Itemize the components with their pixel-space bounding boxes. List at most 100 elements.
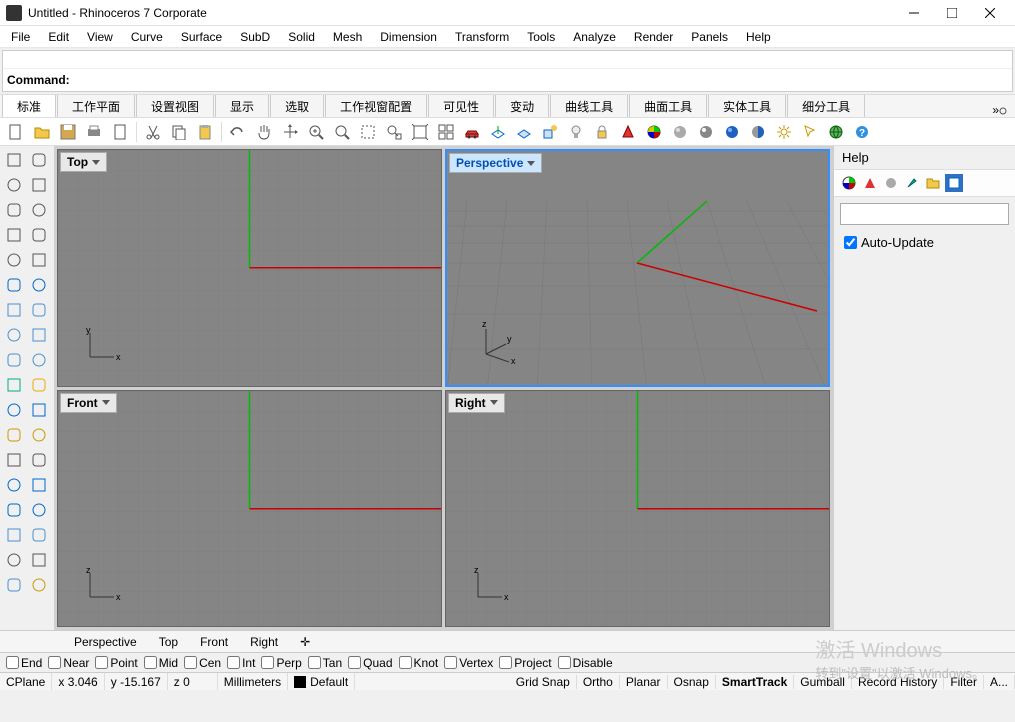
zoom-window-icon[interactable]: [356, 120, 380, 144]
color-wheel-icon[interactable]: [840, 174, 858, 192]
lock-icon[interactable]: [590, 120, 614, 144]
viewport-perspective-label[interactable]: Perspective: [449, 153, 542, 173]
command-line[interactable]: Command:: [3, 69, 1012, 91]
help-icon[interactable]: ?: [850, 120, 874, 144]
open-icon[interactable]: [30, 120, 54, 144]
menu-subd[interactable]: SubD: [231, 28, 279, 46]
copy-icon[interactable]: [167, 120, 191, 144]
cylinder-icon[interactable]: [27, 298, 51, 322]
toolbar-tab[interactable]: 工作平面: [57, 94, 135, 118]
polygon-icon[interactable]: [2, 248, 26, 272]
viewport-top[interactable]: Top yx: [57, 149, 442, 387]
command-input[interactable]: [74, 73, 1008, 87]
osnap-int[interactable]: Int: [225, 656, 257, 670]
osnap-point[interactable]: Point: [93, 656, 139, 670]
menu-panels[interactable]: Panels: [682, 28, 737, 46]
dim-icon[interactable]: [2, 448, 26, 472]
curve-icon[interactable]: [27, 248, 51, 272]
grid2-icon[interactable]: [2, 573, 26, 597]
named-view-icon[interactable]: [512, 120, 536, 144]
viewport-perspective[interactable]: Perspective zyx: [445, 149, 830, 387]
menu-render[interactable]: Render: [625, 28, 682, 46]
text2-icon[interactable]: [27, 473, 51, 497]
globe-icon[interactable]: [824, 120, 848, 144]
offset-icon[interactable]: [2, 273, 26, 297]
toolbar-tab[interactable]: 显示: [215, 94, 269, 118]
chevron-down-icon[interactable]: [102, 400, 110, 405]
sphere-gray-icon[interactable]: [668, 120, 692, 144]
menu-dimension[interactable]: Dimension: [371, 28, 446, 46]
menu-mesh[interactable]: Mesh: [324, 28, 371, 46]
toolbar-tab[interactable]: 变动: [495, 94, 549, 118]
osnap-tan[interactable]: Tan: [306, 656, 344, 670]
pointer-icon[interactable]: [2, 148, 26, 172]
list-icon[interactable]: [27, 548, 51, 572]
arc-icon[interactable]: [27, 198, 51, 222]
toolbar-tab[interactable]: 曲线工具: [550, 94, 628, 118]
print-icon[interactable]: [82, 120, 106, 144]
status-grid-snap[interactable]: Grid Snap: [510, 675, 577, 689]
osnap-knot[interactable]: Knot: [397, 656, 441, 670]
osnap-cen[interactable]: Cen: [182, 656, 223, 670]
status-osnap[interactable]: Osnap: [668, 675, 716, 689]
status-ortho[interactable]: Ortho: [577, 675, 620, 689]
group2-icon[interactable]: [27, 423, 51, 447]
view-tab-perspective[interactable]: Perspective: [64, 633, 147, 651]
view-tab-right[interactable]: Right: [240, 633, 288, 651]
viewport-right[interactable]: Right zx: [445, 390, 830, 628]
wire-icon[interactable]: [2, 523, 26, 547]
toolbar-tab[interactable]: 设置视图: [136, 94, 214, 118]
menu-solid[interactable]: Solid: [279, 28, 324, 46]
osnap-perp[interactable]: Perp: [259, 656, 303, 670]
sphere-shiny-icon[interactable]: [694, 120, 718, 144]
zoom-dynamic-icon[interactable]: [304, 120, 328, 144]
view-tab-front[interactable]: Front: [190, 633, 238, 651]
explode-icon[interactable]: [27, 373, 51, 397]
leader-icon[interactable]: [27, 498, 51, 522]
car-icon[interactable]: [460, 120, 484, 144]
close-button[interactable]: [971, 0, 1009, 26]
viewport-right-label[interactable]: Right: [448, 393, 505, 413]
text-icon[interactable]: [2, 473, 26, 497]
zoom-icon[interactable]: [330, 120, 354, 144]
status-planar[interactable]: Planar: [620, 675, 668, 689]
group-icon[interactable]: [2, 423, 26, 447]
plane2-icon[interactable]: [27, 323, 51, 347]
torus-icon[interactable]: [27, 348, 51, 372]
status-smarttrack[interactable]: SmartTrack: [716, 675, 794, 689]
osnap-end[interactable]: End: [4, 656, 44, 670]
brush-icon[interactable]: [903, 174, 921, 192]
cut-icon[interactable]: [141, 120, 165, 144]
status-units[interactable]: Millimeters: [218, 673, 288, 690]
toolbar-tab[interactable]: 标准: [2, 94, 56, 118]
status-a-[interactable]: A...: [984, 675, 1015, 689]
ellipse-icon[interactable]: [27, 273, 51, 297]
maximize-button[interactable]: [933, 0, 971, 26]
line-icon[interactable]: [2, 173, 26, 197]
toolbar-tab[interactable]: 曲面工具: [629, 94, 707, 118]
grid-icon[interactable]: [2, 548, 26, 572]
auto-update-checkbox[interactable]: Auto-Update: [834, 231, 1015, 254]
link2-icon[interactable]: [27, 398, 51, 422]
cplane-icon[interactable]: [486, 120, 510, 144]
ghosted-icon[interactable]: [27, 523, 51, 547]
sphere-icon[interactable]: [882, 174, 900, 192]
osnap-project[interactable]: Project: [497, 656, 553, 670]
box-icon[interactable]: [2, 298, 26, 322]
render-icon[interactable]: [861, 174, 879, 192]
menu-transform[interactable]: Transform: [446, 28, 518, 46]
menu-help[interactable]: Help: [737, 28, 780, 46]
select-icon[interactable]: [798, 120, 822, 144]
zoom-extents-icon[interactable]: [382, 120, 406, 144]
gear-icon[interactable]: [2, 373, 26, 397]
chevron-down-icon[interactable]: [527, 161, 535, 166]
status-record-history[interactable]: Record History: [852, 675, 944, 689]
menu-analyze[interactable]: Analyze: [564, 28, 625, 46]
rotate-icon[interactable]: [278, 120, 302, 144]
polyline-icon[interactable]: [27, 173, 51, 197]
gear-icon[interactable]: [772, 120, 796, 144]
color-wheel-icon[interactable]: [642, 120, 666, 144]
view-tab-top[interactable]: Top: [149, 633, 188, 651]
osnap-disable[interactable]: Disable: [556, 656, 615, 670]
toolbar-tab[interactable]: 实体工具: [708, 94, 786, 118]
